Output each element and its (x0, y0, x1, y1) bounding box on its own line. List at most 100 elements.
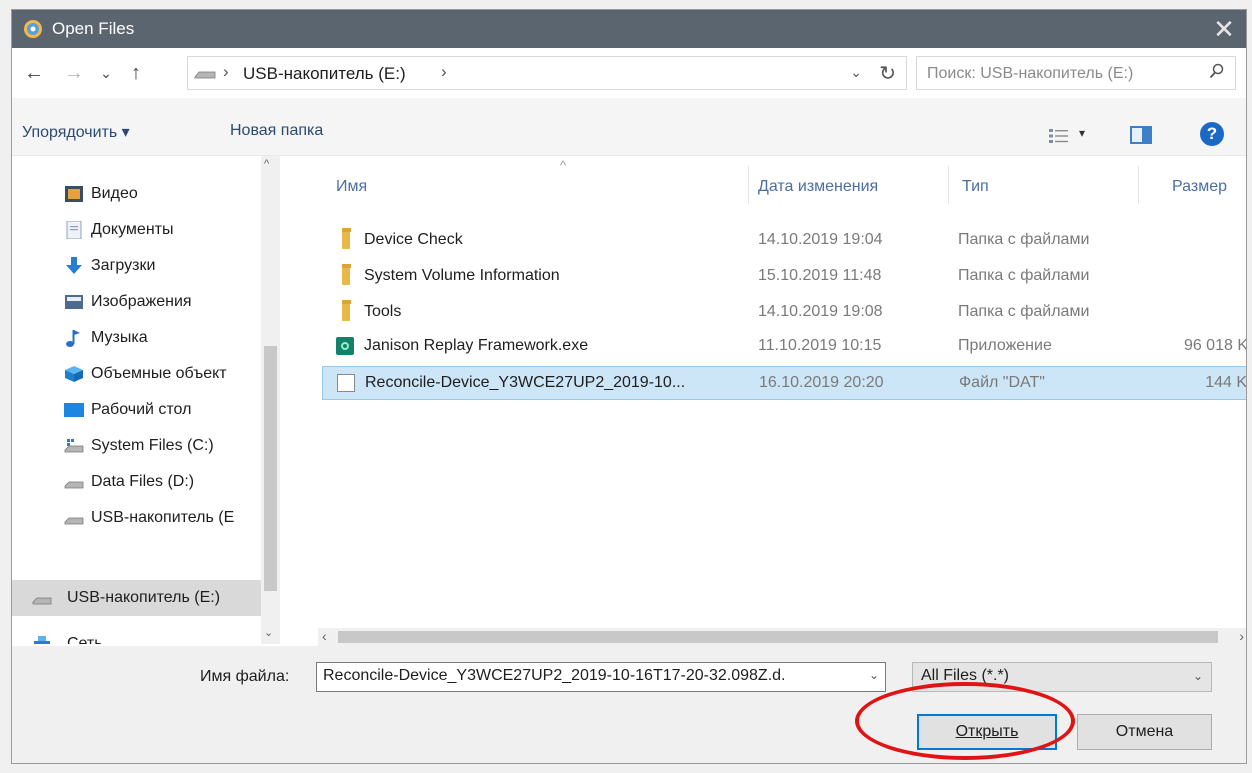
music-icon (66, 330, 80, 347)
column-header-size[interactable]: Размер (1172, 178, 1227, 196)
forward-arrow-icon: → (64, 61, 84, 84)
cancel-button-label: Отмена (1115, 723, 1174, 740)
back-arrow-icon: ← (24, 61, 44, 84)
address-bar[interactable]: › USB-накопитель (E:) › ⌄ ↻ (187, 56, 907, 90)
sidebar-item-data-files[interactable]: Data Files (D:) (12, 464, 262, 500)
view-dropdown-icon[interactable]: ▾ (1079, 126, 1085, 140)
column-header-name[interactable]: Имя (336, 178, 367, 196)
sidebar-item-label: Документы (91, 221, 174, 238)
scroll-right-icon[interactable]: › (1239, 628, 1244, 644)
file-name: Janison Replay Framework.exe (364, 337, 589, 354)
sidebar-item-network[interactable]: Сеть (12, 626, 262, 644)
sidebar-item-downloads[interactable]: Загрузки (12, 248, 262, 284)
column-header-type[interactable]: Тип (962, 178, 989, 196)
system-drive-icon (64, 439, 84, 453)
drive-icon (194, 71, 216, 79)
sidebar-item-documents[interactable]: Документы (12, 212, 262, 248)
scrollbar-thumb[interactable] (264, 346, 277, 591)
navigation-bar: ← → ⌄ ↑ › USB-накопитель (E:) › ⌄ ↻ Поис… (12, 48, 1246, 98)
dialog-footer: Имя файла: Reconcile-Device_Y3WCE27UP2_2… (12, 646, 1246, 763)
view-options-icon[interactable] (1048, 128, 1070, 144)
filename-input[interactable]: Reconcile-Device_Y3WCE27UP2_2019-10-16T1… (316, 662, 886, 692)
help-glyph: ? (1206, 124, 1218, 143)
file-type-filter[interactable]: All Files (*.*) ⌄ (912, 662, 1212, 692)
sidebar-item-label: USB-накопитель (E (91, 509, 235, 526)
column-divider[interactable] (948, 166, 949, 204)
back-button[interactable]: ← (22, 61, 46, 85)
close-icon: ✕ (1213, 13, 1235, 44)
file-date: 14.10.2019 19:08 (758, 303, 883, 320)
breadcrumb-usb-drive[interactable]: USB-накопитель (E:) (243, 64, 406, 84)
scroll-up-icon[interactable]: ^ (264, 158, 269, 170)
filename-value: Reconcile-Device_Y3WCE27UP2_2019-10-16T1… (323, 667, 786, 684)
sidebar-item-usb-drive-root[interactable]: USB-накопитель (E:) (12, 580, 262, 616)
open-button-label: Открыть (955, 723, 1019, 740)
sidebar-item-label: Изображения (91, 293, 192, 310)
open-button[interactable]: Открыть (917, 714, 1057, 750)
file-list: Device Check 14.10.2019 19:04 Папка с фа… (318, 210, 1247, 630)
forward-button[interactable]: → (62, 61, 86, 85)
sidebar-item-usb-drive[interactable]: USB-накопитель (E (12, 500, 262, 536)
file-row[interactable]: Janison Replay Framework.exe 11.10.2019 … (322, 330, 1247, 364)
close-button[interactable]: ✕ (1202, 10, 1246, 48)
filter-value: All Files (*.*) (921, 667, 1010, 684)
sidebar-item-3d-objects[interactable]: Объемные объект (12, 356, 262, 392)
organize-button[interactable]: Упорядочить ▾ (22, 122, 130, 142)
scrollbar-thumb[interactable] (338, 631, 1218, 643)
sidebar-item-label: System Files (C:) (91, 437, 214, 454)
chevron-down-icon[interactable]: ⌄ (869, 668, 879, 682)
navigation-pane-scrollbar[interactable]: ^ ⌄ (261, 156, 280, 644)
preview-pane-icon[interactable] (1130, 126, 1152, 144)
search-placeholder: Поиск: USB-накопитель (E:) (927, 65, 1134, 82)
column-divider[interactable] (748, 166, 749, 204)
3d-objects-icon (65, 366, 83, 382)
breadcrumb-separator-icon[interactable]: › (441, 62, 447, 82)
refresh-icon[interactable]: ↻ (879, 61, 896, 86)
file-icon (337, 374, 355, 392)
file-row[interactable]: Tools 14.10.2019 19:08 Папка с файлами (322, 296, 1246, 330)
file-date: 15.10.2019 11:48 (758, 267, 882, 284)
documents-icon (66, 221, 82, 239)
sort-ascending-icon: ^ (560, 158, 567, 173)
file-list-horizontal-scrollbar[interactable]: ‹ › (318, 628, 1246, 646)
pictures-icon (65, 295, 83, 309)
file-name: System Volume Information (364, 267, 560, 284)
column-header-date[interactable]: Дата изменения (758, 178, 878, 196)
column-divider[interactable] (1138, 166, 1139, 204)
sidebar-item-system-files[interactable]: System Files (C:) (12, 428, 262, 464)
filename-label: Имя файла: (200, 668, 290, 685)
sidebar-item-label: Рабочий стол (91, 401, 192, 418)
file-type: Папка с файлами (958, 231, 1090, 248)
scroll-left-icon[interactable]: ‹ (322, 628, 327, 644)
new-folder-button[interactable]: Новая папка (230, 122, 323, 140)
file-size: 96 018 K (1183, 337, 1247, 354)
cancel-button[interactable]: Отмена (1077, 714, 1212, 750)
window-title: Open Files (52, 19, 135, 38)
sidebar-item-pictures[interactable]: Изображения (12, 284, 262, 320)
help-icon[interactable]: ? (1200, 122, 1224, 146)
file-row-selected[interactable]: Reconcile-Device_Y3WCE27UP2_2019-10... 1… (322, 366, 1246, 400)
sidebar-item-music[interactable]: Музыка (12, 320, 262, 356)
sidebar-item-label: Музыка (91, 329, 148, 346)
scroll-down-icon[interactable]: ⌄ (264, 626, 273, 639)
recent-locations-button[interactable]: ⌄ (94, 61, 118, 85)
search-box[interactable]: Поиск: USB-накопитель (E:) (916, 56, 1236, 90)
file-type: Файл "DAT" (959, 374, 1045, 391)
file-type: Приложение (958, 337, 1052, 354)
file-date: 16.10.2019 20:20 (759, 374, 884, 391)
search-icon (1209, 63, 1224, 79)
column-headers: ^ Имя Дата изменения Тип Размер (318, 156, 1246, 206)
file-row[interactable]: System Volume Information 15.10.2019 11:… (322, 260, 1246, 294)
sidebar-item-video[interactable]: Видео (12, 176, 262, 212)
address-history-dropdown-icon[interactable]: ⌄ (850, 64, 862, 81)
file-row[interactable]: Device Check 14.10.2019 19:04 Папка с фа… (322, 224, 1246, 258)
chevron-down-icon[interactable]: ⌄ (1193, 669, 1203, 683)
usb-drive-icon (64, 517, 84, 525)
up-button[interactable]: ↑ (124, 61, 148, 85)
sidebar-item-desktop[interactable]: Рабочий стол (12, 392, 262, 428)
file-name: Device Check (364, 231, 463, 248)
title-bar: Open Files ✕ (12, 10, 1246, 48)
breadcrumb-separator-icon: › (223, 62, 229, 81)
folder-icon (342, 300, 351, 321)
file-name: Reconcile-Device_Y3WCE27UP2_2019-10... (365, 374, 686, 391)
